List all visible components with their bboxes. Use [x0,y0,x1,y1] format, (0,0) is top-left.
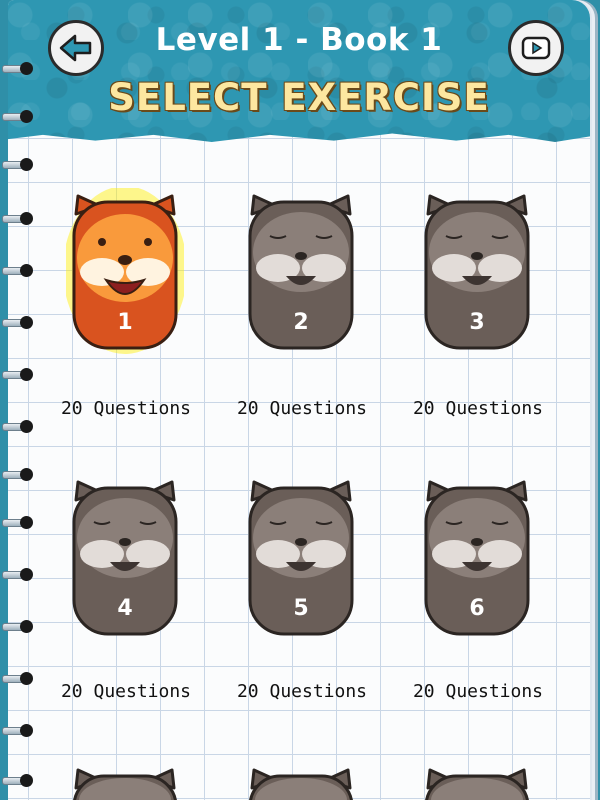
spiral-ring [2,314,36,330]
video-play-icon [521,36,551,60]
spiral-ring [2,60,36,76]
exercise-number: 2 [293,310,309,335]
exercise-number: 3 [469,310,485,335]
spiral-ring [2,262,36,278]
spiral-ring [2,670,36,686]
exercise-number: 4 [117,596,133,621]
notebook-page: Level 1 - Book 1 SELECT EXERCISE 1 2 3 2… [8,0,590,800]
spiral-ring [2,466,36,482]
spiral-ring [2,514,36,530]
spiral-ring [2,418,36,434]
exercise-5-questions: 20 Questions [236,681,368,702]
spiral-ring [2,566,36,582]
exercise-6-questions: 20 Questions [412,681,544,702]
exercise-3-questions: 20 Questions [412,398,544,419]
video-button[interactable] [508,20,564,76]
spiral-ring [2,210,36,226]
spiral-ring [2,156,36,172]
exercise-number: 6 [469,596,485,621]
level-title: Level 1 - Book 1 [155,22,443,58]
screen-title: SELECT EXERCISE [108,76,490,119]
exercise-tile-5[interactable]: 5 [226,474,376,640]
cat-locked-icon-partial [249,768,353,800]
exercise-4-questions: 20 Questions [60,681,192,702]
spiral-ring [2,366,36,382]
exercise-1-questions: 20 Questions [60,398,192,419]
exercise-tile-2[interactable]: 2 [226,188,376,354]
exercise-tile-3[interactable]: 3 [402,188,552,354]
cat-locked-icon-partial [425,768,529,800]
spiral-ring [2,722,36,738]
exercise-tile-6[interactable]: 6 [402,474,552,640]
spiral-ring [2,108,36,124]
exercise-tile-1[interactable]: 1 [50,188,200,354]
exercise-number: 5 [293,596,309,621]
exercise-2-questions: 20 Questions [236,398,368,419]
exercise-number: 1 [117,310,133,335]
spiral-ring [2,772,36,788]
cat-locked-icon-partial [73,768,177,800]
exercise-tile-4[interactable]: 4 [50,474,200,640]
spiral-ring [2,618,36,634]
